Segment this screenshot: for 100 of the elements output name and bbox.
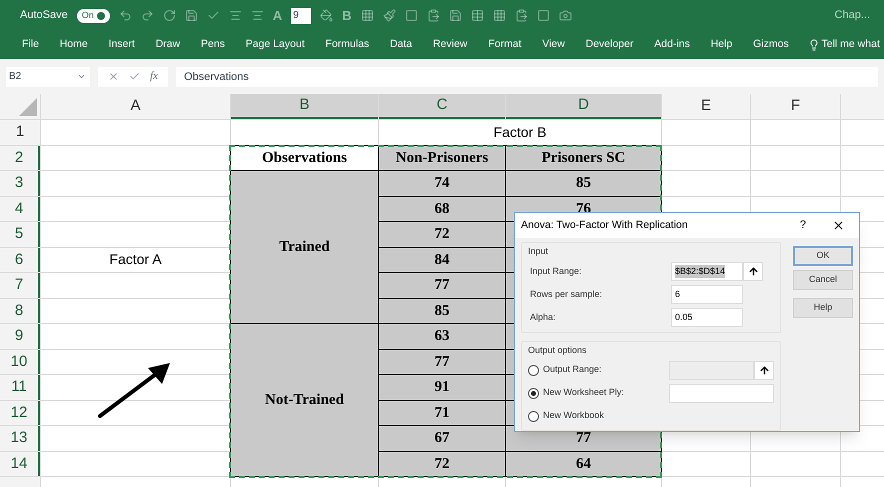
table-cell: 77 <box>379 273 505 298</box>
table-cell: 74 <box>379 171 505 196</box>
row-header[interactable]: 14 <box>0 452 40 476</box>
tell-me-search[interactable]: Tell me what <box>822 37 880 53</box>
row-header[interactable]: 12 <box>0 400 40 425</box>
ribbon-tab[interactable]: Format <box>486 34 524 56</box>
column-header[interactable]: E <box>662 94 750 119</box>
ribbon-tab[interactable]: Data <box>388 34 414 56</box>
table-cell: 71 <box>379 400 505 425</box>
table-cell: 84 <box>379 248 505 272</box>
ribbon-tab[interactable]: Page Layout <box>244 34 307 56</box>
ribbon-tab[interactable]: File <box>20 34 41 56</box>
table-cell: Factor B <box>379 120 661 144</box>
ribbon-tab[interactable]: View <box>540 34 567 56</box>
align-icon[interactable] <box>250 9 264 22</box>
paint-bucket-icon[interactable] <box>320 9 334 22</box>
row-header[interactable]: 2 <box>0 146 40 170</box>
range-picker-button[interactable] <box>743 262 763 281</box>
help-button[interactable]: ? <box>800 217 806 234</box>
close-icon[interactable] <box>832 219 845 232</box>
arrow-up-icon <box>758 364 770 376</box>
cancel-icon[interactable] <box>108 71 119 82</box>
table-cell: 91 <box>379 375 505 400</box>
border-icon[interactable] <box>404 9 418 22</box>
table-cell: 67 <box>379 426 505 450</box>
input-field[interactable]: 6 <box>671 285 743 304</box>
input-field[interactable] <box>669 384 774 402</box>
dialog-button[interactable]: OK <box>793 246 853 266</box>
dropdown-icon[interactable] <box>77 72 86 81</box>
row-header[interactable]: 11 <box>0 375 40 400</box>
row-header[interactable]: 13 <box>0 426 40 450</box>
row-header[interactable]: 3 <box>0 171 40 196</box>
ribbon-tab[interactable]: Help <box>708 34 734 56</box>
ribbon-tab[interactable]: Review <box>430 34 470 56</box>
save-icon[interactable] <box>448 9 462 22</box>
refresh-icon[interactable] <box>162 9 176 22</box>
dialog-button[interactable]: Cancel <box>793 270 853 290</box>
table-cell: Trained <box>231 171 378 323</box>
brush-icon[interactable] <box>382 9 396 22</box>
name-box[interactable]: B2 <box>6 66 90 86</box>
row-header[interactable]: 5 <box>0 222 40 246</box>
autosave-toggle[interactable]: On <box>76 8 110 22</box>
table-icon[interactable] <box>470 9 484 22</box>
border-icon[interactable] <box>536 9 550 22</box>
ribbon-tab[interactable]: Formulas <box>323 34 372 56</box>
ribbon-tab[interactable]: Insert <box>106 34 137 56</box>
redo-icon[interactable] <box>140 9 154 22</box>
align-icon[interactable] <box>228 9 242 22</box>
lightbulb-icon <box>808 39 820 51</box>
field-label: Rows per sample: <box>529 288 604 301</box>
row-header[interactable]: 1 <box>0 120 40 144</box>
camera-icon[interactable] <box>558 9 572 22</box>
dialog-button[interactable]: Help <box>793 298 853 318</box>
column-header[interactable]: A <box>41 94 230 119</box>
ribbon-tab[interactable]: Draw <box>154 34 182 56</box>
column-header[interactable]: D <box>506 94 661 119</box>
table-cell: 72 <box>379 452 505 476</box>
row-header[interactable]: 6 <box>0 248 40 272</box>
option-label: Output Range: <box>543 363 602 376</box>
radio-button[interactable] <box>528 364 539 376</box>
input-field[interactable] <box>669 360 754 380</box>
table-header: Observations <box>231 146 378 170</box>
select-all-corner[interactable] <box>0 94 40 119</box>
grid-icon[interactable] <box>360 9 374 22</box>
grid-icon[interactable] <box>492 9 506 22</box>
input-field[interactable]: $B$2:$D$14 <box>671 262 743 281</box>
ribbon-tab[interactable]: Add-ins <box>652 34 692 56</box>
row-header[interactable]: 8 <box>0 298 40 323</box>
clipboard-icon[interactable] <box>426 9 440 22</box>
input-field[interactable]: 0.05 <box>671 308 743 327</box>
radio-button[interactable] <box>528 388 539 398</box>
column-header[interactable]: F <box>751 94 840 119</box>
table-cell: 85 <box>506 171 661 196</box>
column-header[interactable]: C <box>379 94 505 119</box>
clipboard-icon[interactable] <box>514 9 528 22</box>
ribbon-tab[interactable]: Home <box>58 34 90 56</box>
autosave-label: AutoSave <box>20 8 68 24</box>
group-title: Output options <box>528 344 588 357</box>
table-cell: 77 <box>379 350 505 374</box>
row-header[interactable]: 10 <box>0 350 40 374</box>
function-label[interactable]: fx <box>150 68 158 85</box>
font-size-field[interactable]: 9 <box>291 8 312 24</box>
range-picker-button[interactable] <box>754 360 774 380</box>
row-header[interactable]: 7 <box>0 273 40 298</box>
table-cell: 63 <box>379 324 505 348</box>
ribbon-tab[interactable]: Developer <box>584 34 636 56</box>
arrow-icon <box>96 360 172 420</box>
ribbon-tab[interactable]: Pens <box>198 34 227 56</box>
undo-icon[interactable] <box>118 9 132 22</box>
save-icon[interactable] <box>184 9 198 22</box>
ribbon-tab[interactable]: Gizmos <box>751 34 791 56</box>
table-cell: Factor A <box>41 248 230 272</box>
enter-icon[interactable] <box>129 71 140 82</box>
column-header[interactable]: B <box>231 94 378 119</box>
table-cell: 72 <box>379 222 505 246</box>
table-cell: 64 <box>506 452 661 476</box>
row-header[interactable]: 4 <box>0 196 40 221</box>
row-header[interactable]: 9 <box>0 324 40 348</box>
radio-button[interactable] <box>528 410 539 422</box>
formula-field[interactable]: Observations <box>176 66 878 86</box>
